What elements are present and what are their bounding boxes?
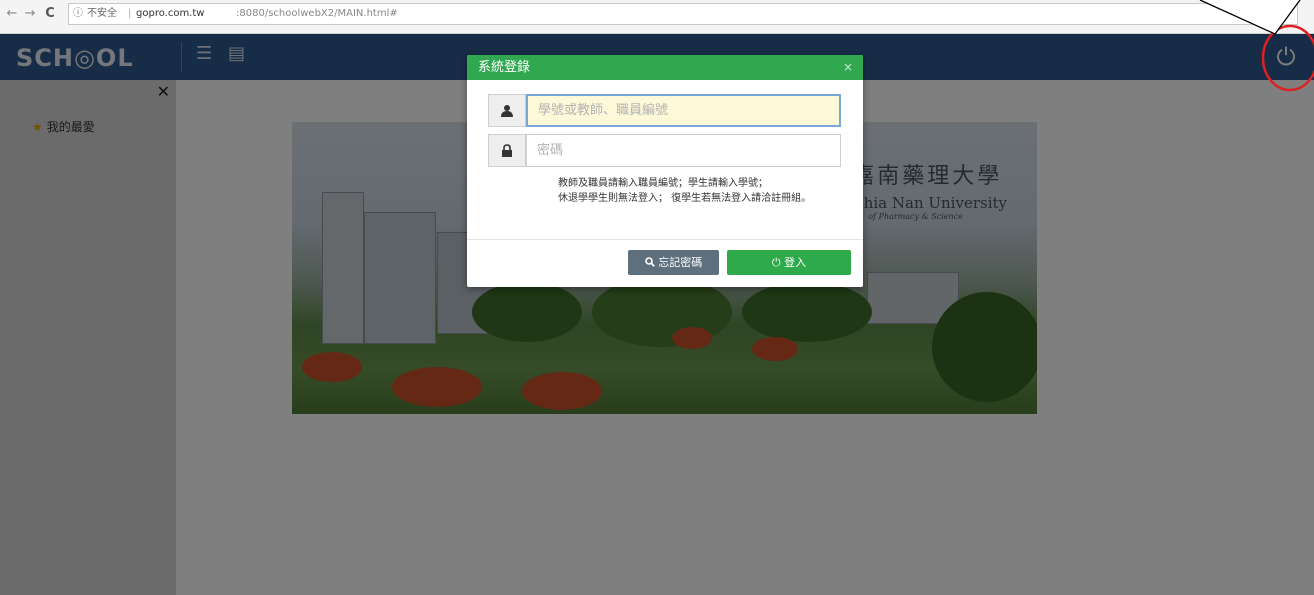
browser-toolbar: ← → C ⓘ 不安全 | gopro.com.tw :8080/schoolw…: [0, 0, 1314, 34]
user-icon: [488, 94, 526, 127]
reload-icon[interactable]: C: [42, 6, 58, 22]
forgot-password-label: 忘記密碼: [658, 256, 703, 269]
search-icon: [644, 256, 659, 269]
forward-icon[interactable]: →: [22, 6, 38, 22]
login-dialog: 系統登錄 × 教師及職員請輸入職員編號；學生請輸入學號； 休退學學生則無法登入；…: [467, 55, 863, 287]
forgot-password-button[interactable]: 忘記密碼: [628, 250, 719, 275]
username-input[interactable]: [526, 94, 841, 127]
hint-line: 休退學學生則無法登入； 復學生若無法登入請洽註冊組。: [558, 193, 812, 204]
url-host: gopro.com.tw: [136, 8, 205, 19]
info-icon[interactable]: ⓘ: [73, 4, 83, 24]
dialog-title: 系統登錄: [478, 60, 531, 75]
url-path: :8080/schoolwebX2/MAIN.html#: [236, 8, 398, 19]
security-label: 不安全: [87, 8, 117, 19]
dialog-footer-divider: [467, 239, 863, 240]
password-input[interactable]: [526, 134, 841, 167]
login-label: 登入: [784, 256, 807, 269]
lock-icon: [488, 134, 526, 167]
login-button[interactable]: ⏻ 登入: [727, 250, 851, 275]
back-icon[interactable]: ←: [4, 6, 20, 22]
password-field: [488, 134, 841, 167]
user-icon-shape: [501, 105, 513, 117]
address-separator: |: [128, 8, 132, 19]
dialog-header: 系統登錄 ×: [467, 55, 863, 80]
username-field: [488, 94, 841, 127]
power-icon: ⏻: [771, 256, 781, 269]
hint-line: 教師及職員請輸入職員編號；學生請輸入學號；: [558, 178, 768, 189]
login-hint-text: 教師及職員請輸入職員編號；學生請輸入學號； 休退學學生則無法登入； 復學生若無法…: [558, 176, 828, 206]
close-icon[interactable]: ×: [843, 55, 853, 80]
address-bar[interactable]: ⓘ 不安全 | gopro.com.tw :8080/schoolwebX2/M…: [68, 3, 1298, 25]
lock-icon-shape: [502, 144, 512, 157]
